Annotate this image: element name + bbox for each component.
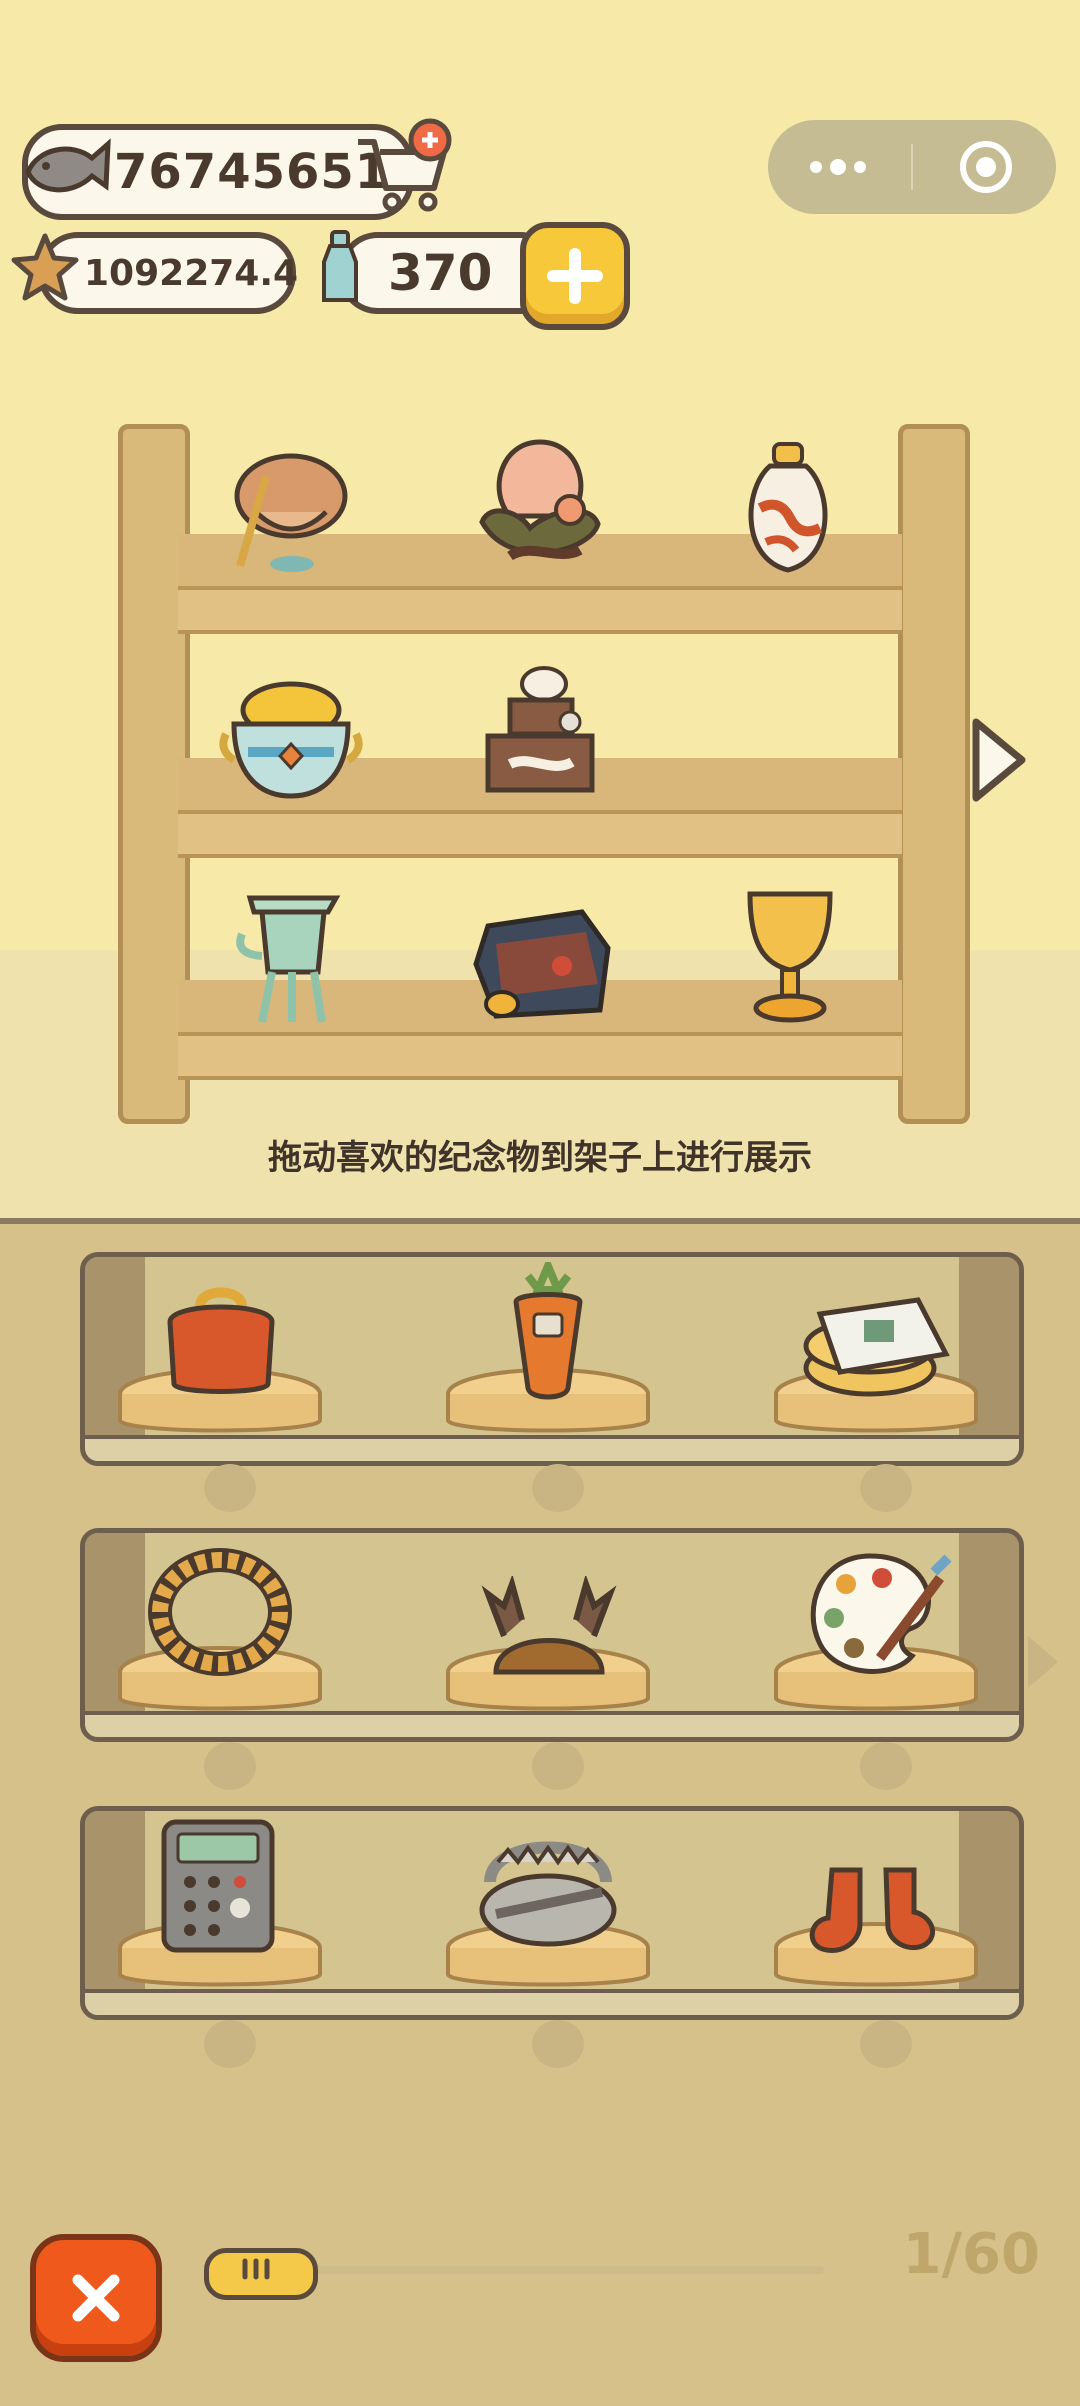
fish-icon — [25, 138, 111, 193]
close-button[interactable] — [30, 2234, 162, 2362]
slot-indicator — [532, 2020, 584, 2068]
next-page-arrow-icon[interactable] — [966, 714, 1030, 806]
dark-stone-souvenir[interactable] — [466, 904, 616, 1024]
capsule-divider — [911, 144, 913, 190]
slot-indicator — [860, 2020, 912, 2068]
slot-indicator — [532, 1464, 584, 1512]
page-scroll-thumb[interactable] — [204, 2248, 318, 2300]
slot-indicator — [204, 2020, 256, 2068]
bronze-jue-souvenir[interactable] — [232, 884, 350, 1026]
close-icon — [72, 2274, 120, 2322]
page-scroll-track[interactable] — [240, 2266, 824, 2274]
paint-palette-item[interactable] — [800, 1548, 954, 1680]
antler-hat-item[interactable] — [474, 1576, 624, 1680]
target-circle-icon — [960, 141, 1013, 193]
star-count: 1092274.4 — [84, 252, 299, 294]
slot-indicator — [532, 1742, 584, 1790]
coin-purse-item[interactable] — [156, 1284, 286, 1398]
bottle-icon — [322, 230, 358, 302]
painted-vase-souvenir[interactable] — [740, 438, 836, 578]
close-miniprogram-button[interactable] — [917, 120, 1056, 214]
peach-bonsai-souvenir[interactable] — [470, 432, 610, 580]
inventory-next-arrow-icon[interactable] — [1022, 1632, 1062, 1692]
more-menu-button[interactable] — [768, 120, 907, 214]
cash-stack-item[interactable] — [800, 1290, 950, 1400]
orange-socks-item[interactable] — [806, 1864, 946, 1958]
slot-indicator — [204, 1742, 256, 1790]
bottle-count: 370 — [388, 244, 493, 302]
golden-goblet-souvenir[interactable] — [740, 884, 840, 1026]
calculator-item[interactable] — [156, 1816, 280, 1956]
gold-bowl-souvenir[interactable] — [216, 670, 366, 804]
shop-cart-icon[interactable] — [352, 118, 454, 214]
grip-icon — [242, 2258, 270, 2280]
coin-pouch-souvenir[interactable] — [226, 436, 356, 576]
slot-indicator — [860, 1464, 912, 1512]
slot-indicator — [860, 1742, 912, 1790]
page-indicator: 1/60 — [902, 2222, 1040, 2287]
rope-wreath-item[interactable] — [146, 1546, 294, 1676]
star-icon — [11, 233, 79, 301]
carrot-phone-item[interactable] — [498, 1262, 598, 1404]
add-currency-button[interactable] — [520, 222, 630, 330]
instruction-text: 拖动喜欢的纪念物到架子上进行展示 — [268, 1138, 812, 1178]
slot-indicator — [204, 1464, 256, 1512]
miniprogram-capsule — [768, 120, 1056, 214]
hamster-cake-souvenir[interactable] — [472, 664, 608, 806]
plus-icon — [547, 248, 603, 304]
more-dots-icon — [809, 159, 866, 175]
bear-trap-item[interactable] — [470, 1822, 626, 1954]
shelf-post-right — [898, 424, 970, 1124]
